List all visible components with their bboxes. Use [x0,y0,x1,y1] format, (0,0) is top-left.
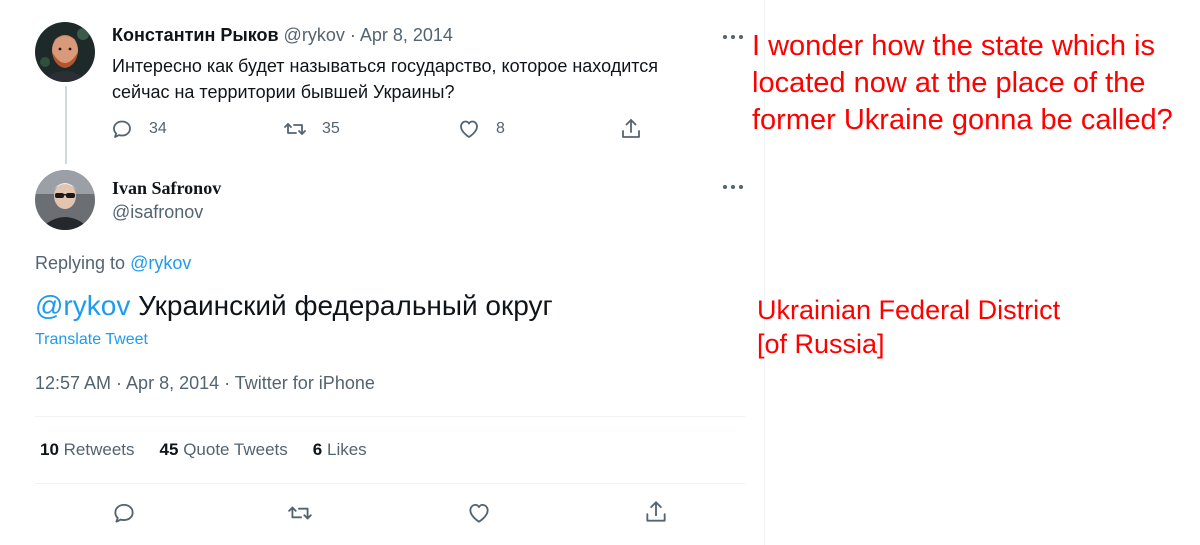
main-avatar-image [35,170,95,230]
parent-handle-text[interactable]: @rykov [284,25,345,45]
parent-share-button[interactable] [619,117,643,141]
parent-author-name[interactable]: Константин Рыков [112,25,279,45]
quote-tweets-label: Quote Tweets [183,440,288,459]
main-retweet-button[interactable] [287,500,313,526]
retweets-stat[interactable]: 10 Retweets [40,440,135,460]
likes-stat[interactable]: 6 Likes [313,440,367,460]
main-like-button[interactable] [466,500,492,526]
main-reply-button[interactable] [111,500,137,526]
annotation-parent-translation: I wonder how the state which is located … [752,30,1173,136]
parent-reply-button[interactable]: 34 [110,117,167,141]
more-icon-dot [723,185,727,189]
main-tweet-text: @rykov Украинский федеральный округ [35,290,553,322]
parent-header-separator: · [344,25,360,45]
engagement-stats: 10 Retweets 45 Quote Tweets 6 Likes [40,440,367,460]
retweets-label: Retweets [63,440,135,459]
main-tweet-body: Украинский федеральный округ [130,290,553,321]
retweet-icon [284,123,306,135]
parent-more-button[interactable] [720,30,746,44]
replying-to-label: Replying to [35,253,131,273]
heart-icon [460,120,478,138]
parent-tweet-text: Интересно как будет называться государст… [112,56,659,102]
annotation-reply-line2: [of Russia] [757,329,885,359]
translate-tweet-link[interactable]: Translate Tweet [35,331,148,349]
more-icon-dot [731,35,735,39]
divider-bottom [35,483,745,484]
parent-like-count: 8 [496,120,505,137]
quote-tweets-stat[interactable]: 45 Quote Tweets [160,440,288,460]
thread-connector-line [65,86,67,164]
likes-count: 6 [312,440,323,459]
retweet-icon [288,506,312,520]
replying-to-line: Replying to @rykov [35,253,191,274]
parent-avatar-image [35,22,95,82]
parent-retweet-button[interactable]: 35 [283,117,340,141]
parent-tweet-date[interactable]: Apr 8, 2014 [360,25,453,45]
main-author-name[interactable]: Ivan Safronov [112,178,221,199]
annotation-reply-line1: Ukrainian Federal District [757,295,1061,325]
more-icon-dot [723,35,727,39]
reply-icon [114,503,134,523]
more-icon-dot [731,185,735,189]
parent-author-handle[interactable]: @rykov [284,25,345,45]
quote-tweets-count: 45 [159,440,179,459]
main-tweet-mention[interactable]: @rykov [35,290,130,321]
more-icon-dot [739,185,743,189]
more-icon-dot [739,35,743,39]
divider-top [35,416,745,417]
main-avatar[interactable] [35,170,95,230]
main-share-button[interactable] [643,499,669,525]
likes-label: Likes [326,440,367,459]
annotation-reply-translation: Ukrainian Federal District [of Russia] [757,293,1177,361]
parent-reply-count: 34 [149,120,167,137]
reply-icon [113,120,131,138]
parent-like-button[interactable]: 8 [457,117,505,141]
tweet-column: Константин Рыков @rykov · Apr 8, 2014 Ин… [0,0,765,545]
parent-tweet-header: Константин Рыков @rykov · Apr 8, 2014 [112,25,453,46]
share-icon [622,119,640,138]
retweets-count: 10 [40,440,59,459]
parent-avatar[interactable] [35,22,95,82]
share-icon [646,501,666,522]
heart-icon [469,503,489,523]
tweet-meta[interactable]: 12:57 AM · Apr 8, 2014 · Twitter for iPh… [35,373,375,394]
replying-to-handle[interactable]: @rykov [130,253,191,273]
main-more-button[interactable] [720,180,746,194]
parent-retweet-count: 35 [322,120,340,137]
main-author-handle[interactable]: @isafronov [112,202,203,223]
